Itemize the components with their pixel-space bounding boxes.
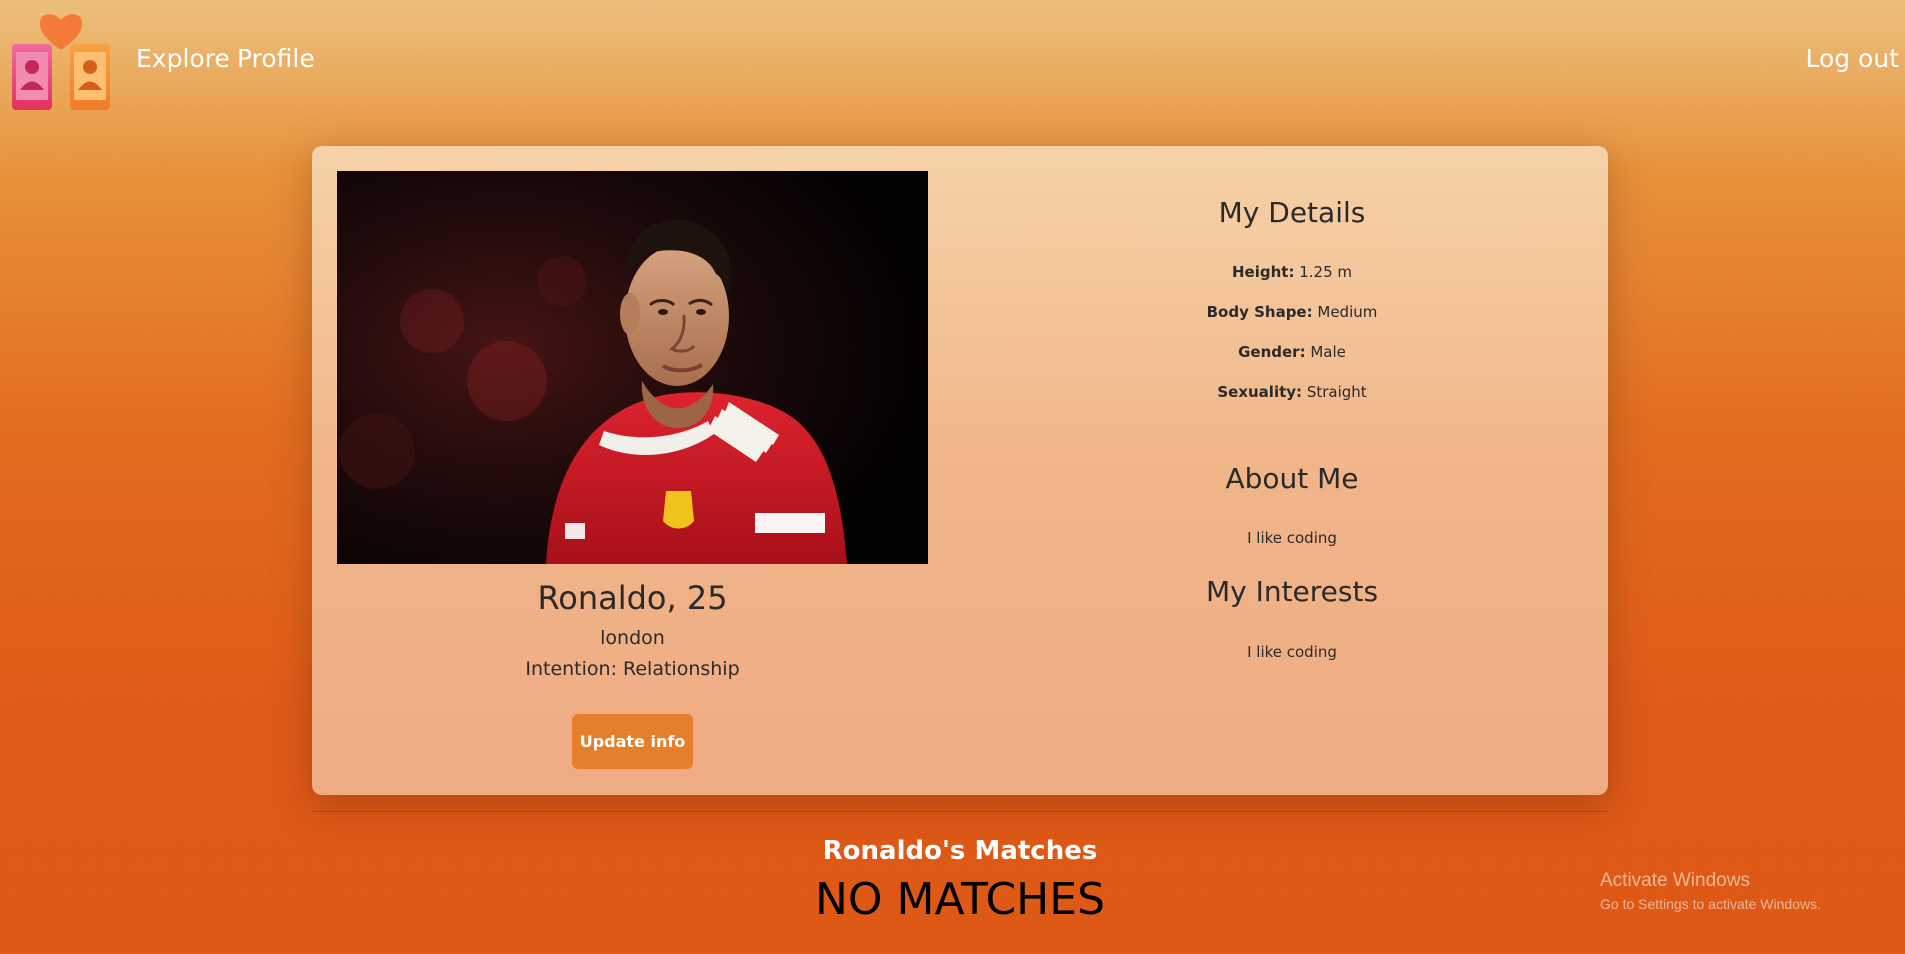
detail-gender: Gender: Male [1032,343,1552,361]
section-divider [312,811,1608,812]
app-logo[interactable] [10,6,120,112]
watermark-line-2: Go to Settings to activate Windows. [1600,896,1821,912]
nav-explore-link[interactable]: Explore [136,44,230,73]
height-value: 1.25 m [1299,263,1353,281]
sexuality-value: Straight [1306,383,1367,401]
about-title: About Me [1225,462,1359,495]
detail-sexuality: Sexuality: Straight [1032,383,1552,401]
interests-title: My Interests [1205,575,1379,608]
profile-photo-image [337,171,928,564]
detail-body-shape: Body Shape: Medium [1032,303,1552,321]
body-shape-label: Body Shape: [1206,303,1313,321]
profile-name-age: Ronaldo, 25 [537,579,728,617]
nav-profile-link[interactable]: Profile [237,44,315,73]
height-label: Height: [1231,263,1295,281]
windows-activation-watermark: Activate Windows Go to Settings to activ… [1600,870,1821,912]
gender-value: Male [1310,343,1346,361]
detail-height: Height: 1.25 m [1032,263,1552,281]
about-text: I like coding [1247,529,1337,547]
top-nav: Explore Profile Log out [0,0,1905,120]
profile-card: Ronaldo, 25 london Intention: Relationsh… [312,146,1608,795]
profile-intention: Intention: Relationship [525,658,740,680]
details-title: My Details [1218,196,1366,229]
watermark-line-1: Activate Windows [1600,870,1750,891]
sexuality-label: Sexuality: [1217,383,1303,401]
profile-city: london [600,627,665,649]
interests-text: I like coding [1247,643,1337,661]
logout-link[interactable]: Log out [1805,44,1899,73]
update-info-button[interactable]: Update info [572,714,693,769]
matches-title: Ronaldo's Matches [822,836,1098,866]
profile-photo [337,171,928,564]
body-shape-value: Medium [1317,303,1378,321]
gender-label: Gender: [1238,343,1306,361]
